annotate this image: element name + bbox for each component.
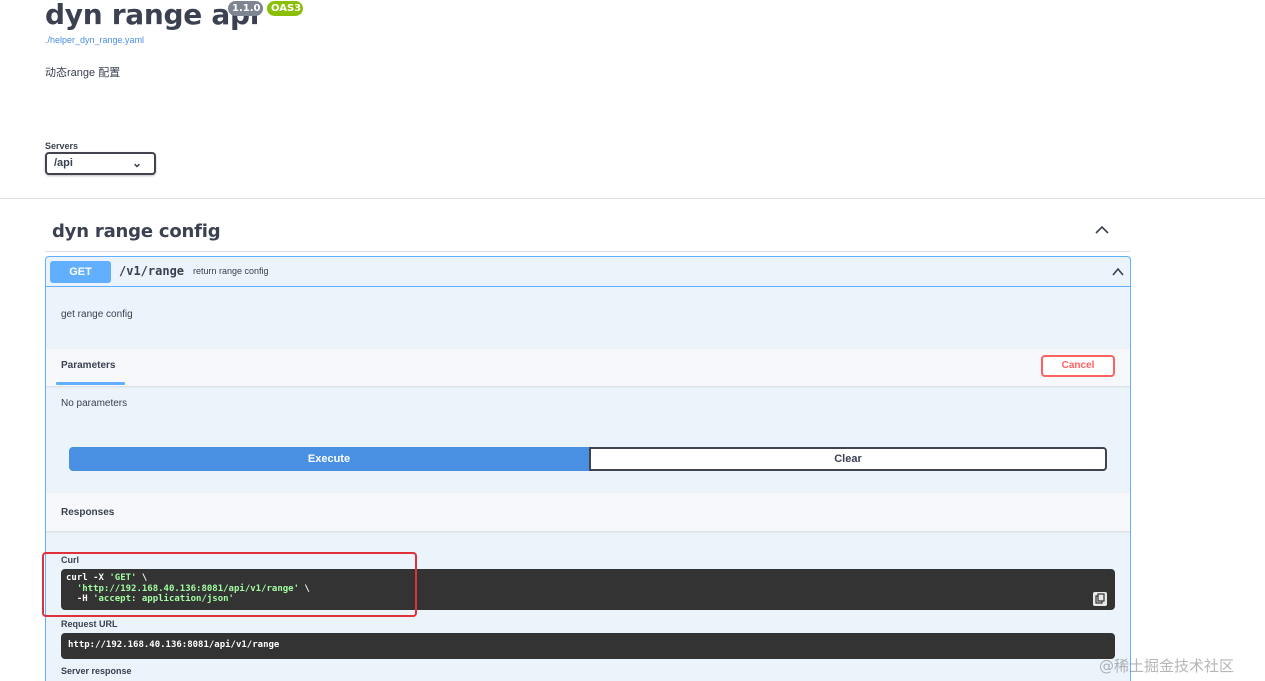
oas-badge: OAS3	[267, 1, 303, 16]
operation-path: /v1/range	[119, 264, 185, 278]
method-badge: GET	[50, 261, 111, 283]
curl-header-flag: -H	[66, 594, 94, 604]
chevron-up-icon[interactable]	[1111, 265, 1125, 279]
tag-title[interactable]: dyn range config	[52, 221, 221, 242]
parameters-header: Parameters Cancel	[46, 349, 1130, 386]
request-url-block: http://192.168.40.136:8081/api/v1/range	[61, 633, 1115, 659]
responses-header: Responses	[46, 493, 1130, 531]
curl-url: 'http://192.168.40.136:8081/api/v1/range…	[76, 583, 300, 594]
curl-line-1: curl -X 'GET' \	[66, 573, 1110, 584]
copy-icon[interactable]	[1093, 592, 1107, 606]
parameters-tab-underline	[56, 382, 125, 385]
clear-button[interactable]: Clear	[589, 447, 1107, 471]
divider	[0, 198, 1265, 199]
curl-code-block: curl -X 'GET' \ 'http://192.168.40.136:8…	[61, 569, 1115, 610]
curl-continuation: \	[299, 583, 310, 594]
api-title: dyn range api	[45, 0, 260, 31]
responses-title: Responses	[61, 507, 115, 518]
version-badge: 1.1.0	[228, 1, 263, 16]
operation-summary[interactable]: GET /v1/range return range config	[46, 257, 1130, 287]
execute-button[interactable]: Execute	[69, 447, 589, 471]
curl-line-2: 'http://192.168.40.136:8081/api/v1/range…	[66, 584, 1110, 595]
operation-block: GET /v1/range return range config get ra…	[45, 256, 1131, 681]
curl-header-value: 'accept: application/json'	[93, 594, 234, 604]
request-url-label: Request URL	[61, 619, 118, 629]
curl-line-3: -H 'accept: application/json'	[66, 594, 1110, 605]
api-description: 动态range 配置	[45, 67, 121, 79]
curl-method: 'GET'	[109, 573, 137, 583]
operation-description: get range config	[61, 309, 133, 320]
chevron-up-icon[interactable]	[1094, 222, 1110, 238]
tag-divider	[45, 251, 1130, 252]
cancel-button[interactable]: Cancel	[1041, 355, 1115, 377]
operation-summary-text: return range config	[193, 266, 269, 276]
curl-label: Curl	[61, 555, 79, 565]
curl-continuation: \	[136, 573, 148, 583]
curl-command: curl -X	[66, 573, 110, 583]
execute-wrapper: Execute Clear	[69, 447, 1107, 471]
server-response-label: Server response	[61, 666, 132, 676]
watermark: @稀土掘金技术社区	[1099, 657, 1235, 675]
parameters-tab[interactable]: Parameters	[61, 360, 115, 371]
spec-link[interactable]: ./helper_dyn_range.yaml	[45, 35, 144, 45]
chevron-down-icon: ⌄	[131, 156, 142, 170]
servers-label: Servers	[45, 141, 79, 151]
no-parameters-text: No parameters	[61, 398, 128, 409]
servers-select[interactable]: /api ⌄	[45, 152, 156, 175]
servers-selected-value: /api	[54, 157, 73, 169]
curl-indent	[66, 584, 77, 594]
